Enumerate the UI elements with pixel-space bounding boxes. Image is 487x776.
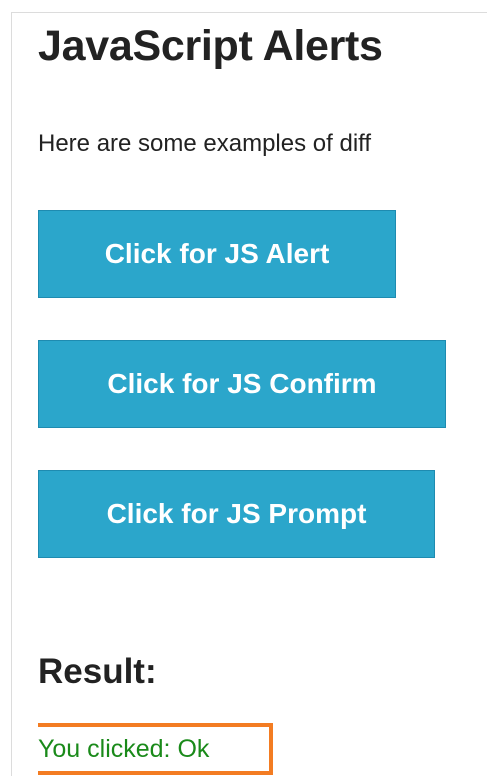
page-title: JavaScript Alerts bbox=[38, 22, 383, 70]
js-alert-button[interactable]: Click for JS Alert bbox=[38, 210, 396, 298]
result-text: You clicked: Ok bbox=[38, 735, 210, 763]
page-content: JavaScript Alerts Here are some examples… bbox=[38, 0, 487, 776]
result-heading: Result: bbox=[38, 652, 157, 691]
js-confirm-button[interactable]: Click for JS Confirm bbox=[38, 340, 446, 428]
intro-text: Here are some examples of diff bbox=[38, 130, 372, 157]
browser-viewport: JavaScript Alerts Here are some examples… bbox=[0, 0, 487, 776]
js-prompt-button[interactable]: Click for JS Prompt bbox=[38, 470, 435, 558]
